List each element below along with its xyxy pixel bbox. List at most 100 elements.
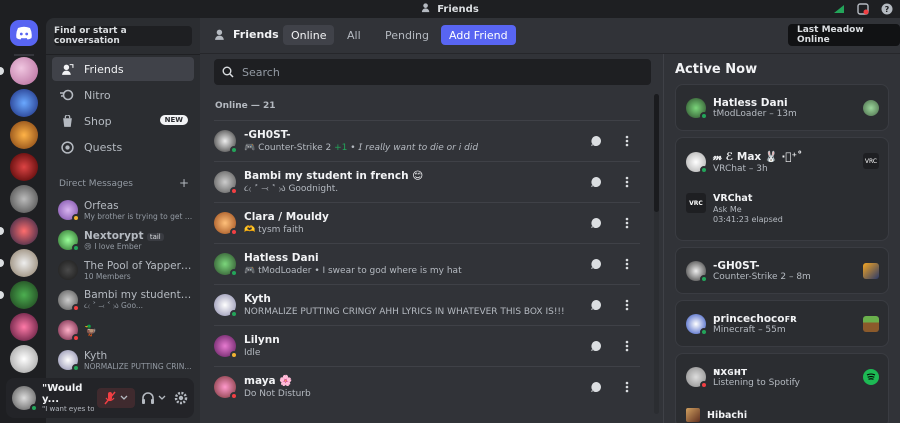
mute-microphone-button[interactable] <box>97 388 135 408</box>
deafen-button[interactable] <box>138 388 170 408</box>
activity-card[interactable]: -GH0ST- Counter-Strike 2 – 8m <box>675 247 889 294</box>
avatar <box>58 230 80 252</box>
new-badge: NEW <box>159 115 188 125</box>
svg-text:?: ? <box>885 5 890 14</box>
avatar <box>214 211 238 236</box>
server-icon[interactable] <box>10 217 38 245</box>
message-button[interactable] <box>585 376 607 398</box>
activity-card[interactable]: 𝓂 ℰ Max 🐰 ‧͙⁺˚ VRChat – 3h VRC VRC VRChat… <box>675 137 889 241</box>
status-indicator <box>700 275 708 283</box>
dm-item[interactable]: Orfeas My brother is trying to get m... <box>52 195 194 225</box>
tab-online[interactable]: Online <box>283 25 335 45</box>
sidebar-item-friends[interactable]: Friends <box>52 57 194 81</box>
microphone-muted-icon <box>104 391 128 405</box>
more-options-button[interactable] <box>616 130 638 152</box>
server-icon[interactable] <box>10 281 38 309</box>
avatar[interactable] <box>12 386 38 412</box>
more-options-button[interactable] <box>616 294 638 316</box>
sidebar-item-shop[interactable]: Shop NEW <box>52 109 194 133</box>
server-icon[interactable] <box>10 153 38 181</box>
friend-row[interactable]: Kyth NORMALIZE PUTTING CRINGY AHH LYRICS… <box>214 284 640 324</box>
friend-row[interactable]: Clara / Mouldy 🫶 tysm faith <box>214 202 640 242</box>
status-indicator <box>700 112 708 120</box>
chat-bubble-icon <box>591 217 601 228</box>
status-indicator <box>72 334 80 342</box>
sidebar-divider <box>46 54 200 55</box>
more-options-button[interactable] <box>616 376 638 398</box>
vertical-dots-icon <box>625 176 629 187</box>
activity-card[interactable]: ɴxɢʜᴛ Listening to Spotify Hibachi <box>675 353 889 423</box>
home-button[interactable] <box>10 20 38 46</box>
avatar <box>58 260 78 280</box>
status-indicator <box>230 186 238 195</box>
message-button[interactable] <box>585 294 607 316</box>
headphones-icon <box>142 392 166 404</box>
more-options-button[interactable] <box>616 171 638 193</box>
dm-item[interactable]: The Pool of Yappers: ... 10 Members <box>52 255 194 285</box>
dm-item[interactable]: Bambi my student in ...૮₍ ˃ ⤙ ˂ ₎ა Goo..… <box>52 285 194 315</box>
avatar <box>686 152 708 174</box>
server-icon[interactable] <box>10 57 38 85</box>
unread-pill <box>0 227 4 235</box>
server-icon[interactable] <box>10 313 38 341</box>
activity-card[interactable]: Hatless Dani tModLoader – 13m <box>675 84 889 131</box>
search-input[interactable] <box>242 65 622 79</box>
server-icon[interactable] <box>10 121 38 149</box>
status-indicator <box>230 227 238 236</box>
server-icon[interactable] <box>10 185 38 213</box>
download-update-icon[interactable] <box>832 2 846 16</box>
add-friend-button[interactable]: Add Friend <box>441 25 516 45</box>
help-icon[interactable]: ? <box>880 2 894 16</box>
unread-pill <box>0 259 4 267</box>
user-info[interactable]: "Would y... "I want eyes to... <box>42 383 94 413</box>
tab-all[interactable]: All <box>339 25 369 45</box>
friends-scrollbar-thumb[interactable] <box>654 94 659 212</box>
sidebar-item-nitro[interactable]: Nitro <box>52 83 194 107</box>
message-button[interactable] <box>585 130 607 152</box>
message-button[interactable] <box>585 212 607 234</box>
friends-icon <box>60 62 74 76</box>
message-button[interactable] <box>585 171 607 193</box>
friend-row[interactable]: Hatless Dani 🎮 tModLoader • I swear to g… <box>214 243 640 283</box>
status-indicator <box>700 381 708 389</box>
find-conversation-button[interactable]: Find or start a conversation <box>54 26 192 46</box>
user-panel: "Would y... "I want eyes to... <box>6 378 194 418</box>
avatar <box>58 350 80 372</box>
chat-bubble-icon <box>591 135 601 146</box>
message-button[interactable] <box>585 335 607 357</box>
server-icon[interactable] <box>10 345 38 373</box>
album-art <box>686 408 700 422</box>
more-options-button[interactable] <box>616 253 638 275</box>
friends-icon <box>215 29 224 40</box>
server-rail <box>0 18 46 423</box>
header-title: Friends • <box>214 28 292 41</box>
inbox-icon[interactable] <box>856 2 870 16</box>
server-icon[interactable] <box>10 89 38 117</box>
tab-pending[interactable]: Pending <box>377 25 437 45</box>
dm-item[interactable]: Nextorypt tail 😢 I love Ember <box>52 225 194 255</box>
vrchat-logo-icon: VRC <box>686 193 706 213</box>
activity-card[interactable]: princechocᴏꜰʀ Minecraft – 55m <box>675 300 889 347</box>
sidebar-item-quests[interactable]: Quests <box>52 135 194 159</box>
more-options-button[interactable] <box>616 212 638 234</box>
server-icon[interactable] <box>10 249 38 277</box>
friend-row[interactable]: maya 🌸 Do Not Disturb <box>214 366 640 406</box>
status-indicator <box>72 214 80 222</box>
status-indicator <box>72 244 80 252</box>
dm-item[interactable]: Kyth NORMALIZE PUTTING CRIN... <box>52 345 194 375</box>
chat-bubble-icon <box>591 258 601 269</box>
friend-row[interactable]: -GH0ST- 🎮 Counter-Strike 2 +1 • 𝘐 𝘳𝘦𝘢𝘭𝘭𝘺… <box>214 120 640 160</box>
chat-bubble-icon <box>591 176 601 187</box>
more-options-button[interactable] <box>616 335 638 357</box>
online-count: Online — 21 <box>215 101 276 111</box>
nitro-icon <box>60 88 74 102</box>
friend-row[interactable]: Bambi my student in french 😊 ૮₍ ˃ ⤙ ˂ ₎ა… <box>214 161 640 201</box>
create-dm-plus-icon[interactable]: + <box>179 177 189 189</box>
minecraft-icon <box>863 316 879 332</box>
dm-item[interactable]: 🦆 <box>52 315 194 345</box>
user-settings-button[interactable] <box>172 388 190 408</box>
friend-row[interactable]: Lilynn Idle <box>214 325 640 365</box>
channel-sidebar: Find or start a conversation Friends Nit… <box>46 18 200 423</box>
gear-icon <box>174 391 188 405</box>
message-button[interactable] <box>585 253 607 275</box>
